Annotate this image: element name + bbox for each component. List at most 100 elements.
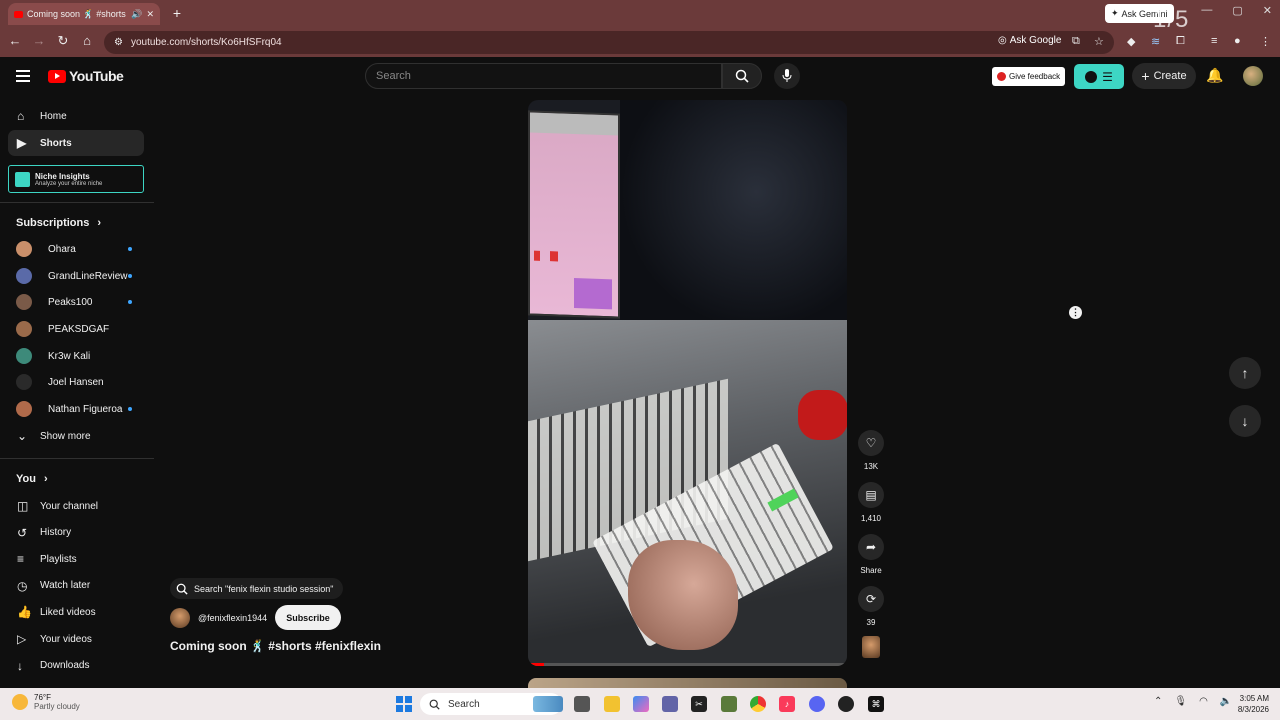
comment-action[interactable]: ▤ 1,410 (858, 482, 884, 523)
create-button[interactable]: + Create (1132, 63, 1196, 89)
mic-tray-icon[interactable]: 🎙 (1174, 696, 1187, 707)
sound-avatar[interactable] (862, 636, 880, 658)
extension-audio-icon[interactable]: ≋ (1151, 35, 1160, 48)
extension-shield-icon[interactable]: ◆ (1127, 35, 1135, 48)
capcut-icon[interactable]: ✂ (691, 696, 707, 712)
next-short-preview[interactable] (528, 678, 847, 688)
youtube-logo[interactable]: YouTube (48, 68, 124, 84)
hamburger-menu-icon[interactable] (16, 70, 30, 82)
comment-icon[interactable]: ▤ (858, 482, 884, 508)
give-feedback-button[interactable]: Give feedback (992, 67, 1066, 86)
address-bar-row: ← → ↻ ⌂ ⚙ youtube.com/shorts/Ko6HfSFrq04… (0, 28, 1280, 57)
search-input[interactable]: Search (365, 63, 722, 89)
subscribe-button[interactable]: Subscribe (275, 605, 341, 630)
bookmark-star-icon[interactable]: ☆ (1094, 35, 1104, 48)
minimize-icon[interactable]: — (1201, 4, 1212, 17)
forward-icon[interactable]: → (30, 33, 48, 48)
sidebar-item-label: Home (40, 110, 67, 122)
voice-search-button[interactable] (774, 63, 800, 89)
remix-action[interactable]: ⟳ 39 (858, 586, 884, 627)
channel-avatar[interactable] (170, 607, 190, 628)
url-field[interactable]: ⚙ youtube.com/shorts/Ko6HfSFrq04 (104, 31, 1114, 54)
you-heading[interactable]: You › (16, 473, 48, 485)
video-title: Coming soon 🕺 #shorts #fenixflexin (170, 639, 381, 653)
channel-avatar (16, 294, 32, 310)
speaker-icon[interactable]: 🔊 (131, 9, 142, 20)
share-action[interactable]: ➦ Share (858, 534, 884, 575)
tab-close-icon[interactable]: ✕ (146, 9, 154, 20)
reload-icon[interactable]: ↻ (54, 33, 72, 49)
heart-icon[interactable]: ♡ (858, 430, 884, 456)
like-action[interactable]: ♡ 13K (858, 430, 884, 471)
more-options-icon[interactable]: ⋮ (1069, 306, 1082, 319)
task-view-icon[interactable] (574, 696, 590, 712)
subscription-item[interactable]: Nathan Figueroa (8, 396, 144, 422)
media-control-icon[interactable]: ≡ (1211, 35, 1217, 47)
install-icon[interactable]: ⧉ (1072, 35, 1080, 48)
ask-google-button[interactable]: ◎ Ask Google (998, 35, 1061, 46)
windows-start-icon[interactable] (396, 696, 412, 712)
discord-icon[interactable] (809, 696, 825, 712)
music-app-icon[interactable]: ♪ (779, 696, 795, 712)
account-avatar[interactable] (1243, 66, 1263, 86)
remix-icon[interactable]: ⟳ (858, 586, 884, 612)
sidebar-item-liked-videos[interactable]: 👍 Liked videos (8, 599, 144, 625)
subscription-label: Joel Hansen (48, 376, 104, 388)
sidebar-item-downloads[interactable]: ↓ Downloads (8, 653, 144, 679)
window-close-icon[interactable]: ✕ (1263, 4, 1272, 17)
sidebar-item-history[interactable]: ↺ History (8, 520, 144, 546)
chrome-menu-icon[interactable]: ⋮ (1260, 35, 1271, 48)
subscriptions-heading[interactable]: Subscriptions › (16, 217, 101, 229)
subscription-item[interactable]: Ohara (8, 236, 144, 262)
niche-insights-button[interactable]: Niche Insights Analyze your entire niche (8, 165, 144, 193)
tray-chevron-up-icon[interactable]: ⌃ (1154, 696, 1162, 707)
minecraft-icon[interactable] (721, 696, 737, 712)
teams-icon[interactable] (662, 696, 678, 712)
wifi-icon[interactable]: ◠ (1199, 696, 1208, 707)
sidebar-item-watch-later[interactable]: ◷ Watch later (8, 573, 144, 599)
app-icon[interactable] (838, 696, 854, 712)
extension-menu-button[interactable]: ☰ (1074, 64, 1124, 89)
chrome-icon[interactable] (750, 696, 766, 712)
weather-widget[interactable]: 76°F Partly cloudy (12, 693, 80, 711)
channel-handle[interactable]: @fenixflexin1944 (198, 613, 267, 623)
search-button[interactable] (722, 63, 762, 89)
sidebar-item-your-channel[interactable]: ◫ Your channel (8, 493, 144, 519)
related-search-chip[interactable]: Search "fenix flexin studio session" (170, 578, 344, 599)
site-info-icon[interactable]: ⚙ (114, 37, 123, 48)
share-icon[interactable]: ➦ (858, 534, 884, 560)
notifications-bell-icon[interactable]: 🔔 (1206, 67, 1223, 84)
browser-tab[interactable]: Coming soon 🕺 #shorts # 🔊 ✕ (8, 3, 160, 25)
divider (0, 202, 154, 203)
sidebar-item-label: Your videos (40, 633, 92, 645)
home-browser-icon[interactable]: ⌂ (78, 33, 96, 48)
subscription-item[interactable]: Peaks100 (8, 289, 144, 315)
clock[interactable]: 3:05 AM 8/3/2026 (1233, 693, 1269, 715)
subscription-item[interactable]: Kr3w Kali (8, 343, 144, 369)
subscription-item[interactable]: PEAKSDGAF (8, 316, 144, 342)
sparkle-icon: ✦ (1111, 8, 1119, 18)
sidebar-item-shorts[interactable]: ▶ Shorts (8, 130, 144, 156)
subscription-item[interactable]: GrandLineReview (8, 263, 144, 289)
extensions-puzzle-icon[interactable]: ⧠ (1176, 35, 1185, 48)
maximize-icon[interactable]: ▢ (1232, 4, 1242, 17)
date: 8/3/2026 (1237, 705, 1269, 714)
sidebar-item-your-videos[interactable]: ▷ Your videos (8, 626, 144, 652)
widgets-news-icon[interactable] (533, 696, 563, 712)
shorts-video-player[interactable] (528, 100, 847, 666)
show-more-button[interactable]: ⌄ Show more (8, 423, 144, 449)
copilot-icon[interactable] (633, 696, 649, 712)
volume-icon[interactable]: 🔈 (1220, 696, 1232, 707)
sidebar-item-home[interactable]: ⌂ Home (8, 103, 144, 129)
subscription-item[interactable]: Joel Hansen (8, 369, 144, 395)
previous-short-button[interactable]: ↑ (1229, 357, 1261, 389)
new-tab-button[interactable]: + (168, 4, 186, 22)
profile-avatar-icon[interactable]: ● (1234, 35, 1241, 47)
video-progress-bar[interactable] (528, 663, 847, 666)
back-icon[interactable]: ← (6, 33, 24, 48)
share-label: Share (860, 566, 882, 575)
next-short-button[interactable]: ↓ (1229, 405, 1261, 437)
sidebar-item-playlists[interactable]: ≡ Playlists (8, 546, 144, 572)
terminal-icon[interactable]: ⌘ (868, 696, 884, 712)
file-explorer-icon[interactable] (604, 696, 620, 712)
